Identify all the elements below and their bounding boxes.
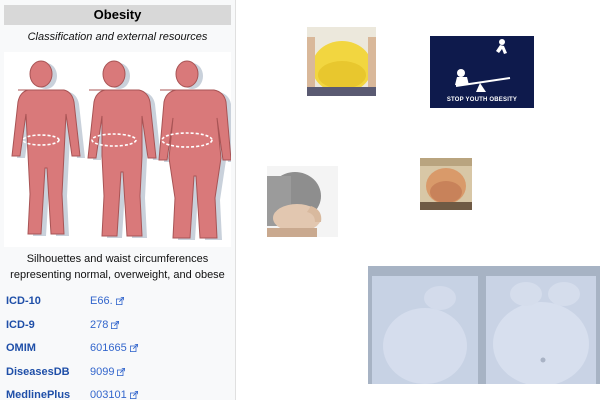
resource-row-diseasesdb: DiseasesDB 9099 [0,363,235,387]
poster-text: STOP YOUTH OBESITY [446,97,518,103]
infobox-caption: Silhouettes and waist circumferences rep… [0,251,235,283]
resource-key-diseasesdb[interactable]: DiseasesDB [6,366,70,378]
resource-link-icd10[interactable]: E66. [90,295,124,307]
external-link-icon [115,297,124,305]
resource-link-omim[interactable]: 601665 [90,342,138,354]
caption-line-1: Silhouettes and waist circumferences [26,253,209,265]
thumbnail-yellow-shirt[interactable] [307,27,376,96]
caption-line-2: representing normal, overweight, and obe… [10,269,225,281]
resource-link-diseasesdb[interactable]: 9099 [90,366,126,378]
resource-link-medlineplus[interactable]: 003101 [90,389,138,401]
resource-value[interactable]: 278 [90,319,108,331]
external-link-icon [111,320,120,329]
resource-value[interactable]: E66. [90,295,113,307]
infobox-resources: ICD-10 E66. ICD-9 278 OMIM 601665 Diseas… [0,292,235,410]
external-link-icon [129,391,138,399]
resource-row-icd9: ICD-9 278 [0,316,235,340]
thumbnail-clinical-photos[interactable] [368,266,600,384]
infobox: Obesity Classification and external reso… [0,0,236,401]
resource-key-medlineplus[interactable]: MedlinePlus [6,389,70,401]
infobox-subtitle: Classification and external resources [27,31,208,43]
thumbnail-belly[interactable] [420,158,472,210]
resource-value[interactable]: 003101 [90,389,127,401]
infobox-title: Obesity [4,5,231,25]
thumbnail-stop-youth-obesity[interactable]: STOP YOUTH OBESITY [430,36,534,108]
external-link-icon [117,367,126,376]
resource-row-medlineplus: MedlinePlus 003101 [0,386,235,410]
resource-row-icd10: ICD-10 E66. [0,292,235,316]
external-link-icon [129,344,138,352]
resource-link-icd9[interactable]: 278 [90,319,120,331]
resource-key-omim[interactable]: OMIM [6,342,36,354]
silhouettes-image[interactable] [4,52,236,247]
resource-row-omim: OMIM 601665 [0,339,235,363]
resource-value[interactable]: 601665 [90,342,127,354]
resource-key-icd9[interactable]: ICD-9 [6,319,35,331]
resource-value[interactable]: 9099 [90,366,114,378]
resource-key-icd10[interactable]: ICD-10 [6,295,41,307]
thumbnail-grey-shirt[interactable] [267,166,338,237]
